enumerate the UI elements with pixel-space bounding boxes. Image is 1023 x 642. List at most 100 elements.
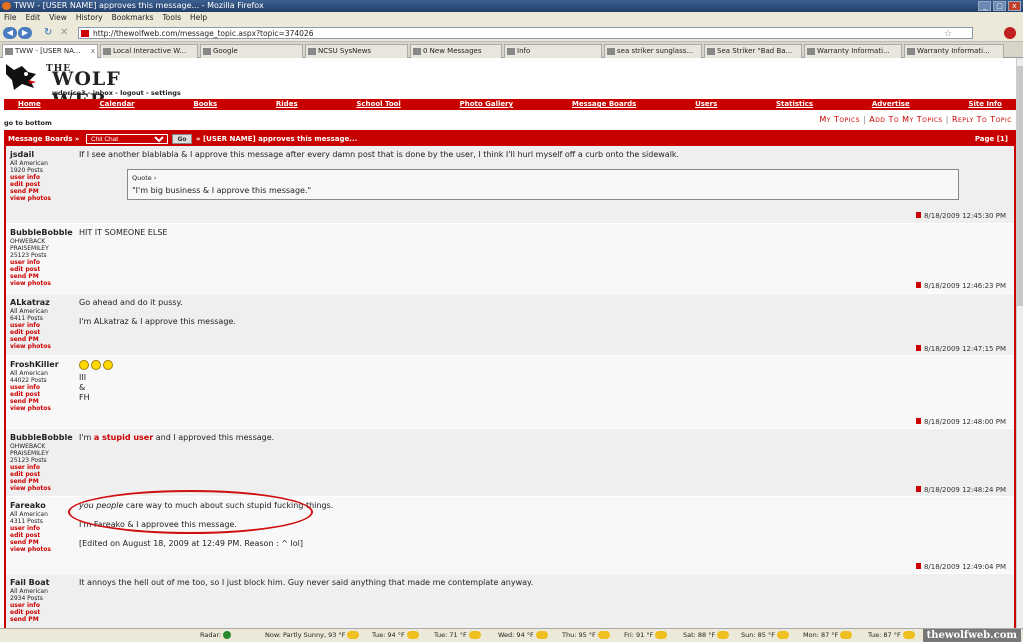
tab-warranty-2[interactable]: Warranty Informati... xyxy=(904,44,1004,58)
author-name[interactable]: FroshKiller xyxy=(10,360,76,370)
nav-home[interactable]: Home xyxy=(18,99,41,110)
nav-calendar[interactable]: Calendar xyxy=(99,99,134,110)
tab-ncsu-sysnews[interactable]: NCSU SysNews xyxy=(305,44,408,58)
edit-post-link[interactable]: edit post xyxy=(10,609,76,616)
nav-statistics[interactable]: Statistics xyxy=(776,99,813,110)
weather-day[interactable]: Sun: 85 °F xyxy=(741,629,789,642)
user-info-link[interactable]: user info xyxy=(10,384,76,391)
weather-day[interactable]: Tue: 71 °F xyxy=(434,629,481,642)
radar-icon[interactable] xyxy=(223,631,232,639)
tab-warranty-1[interactable]: Warranty Informati... xyxy=(804,44,902,58)
weather-icon xyxy=(840,631,853,639)
send-pm-link[interactable]: send PM xyxy=(10,539,76,546)
user-info-link[interactable]: user info xyxy=(10,464,76,471)
author-name[interactable]: ALkatraz xyxy=(10,298,76,308)
reload-icon[interactable]: ↻ xyxy=(44,27,52,38)
send-pm-link[interactable]: send PM xyxy=(10,616,76,623)
edit-post-link[interactable]: edit post xyxy=(10,391,76,398)
weather-day[interactable]: Tue: 87 °F xyxy=(868,629,915,642)
bookmark-star-icon[interactable]: ☆ xyxy=(944,29,952,40)
weather-day[interactable]: Tue: 94 °F xyxy=(372,629,419,642)
close-button[interactable]: x xyxy=(1008,1,1021,11)
vertical-scrollbar[interactable] xyxy=(1016,58,1023,628)
author-name[interactable]: BubbleBobble xyxy=(10,433,76,443)
user-links[interactable]: wdprice3 - inbox - logout - settings xyxy=(52,89,181,97)
nav-message-boards[interactable]: Message Boards xyxy=(572,99,636,110)
search-engine-icon[interactable] xyxy=(1004,27,1016,39)
tab-close-icon[interactable]: x xyxy=(91,45,95,58)
forward-icon[interactable]: ▶ xyxy=(18,27,32,39)
menu-history[interactable]: History xyxy=(76,12,103,24)
edit-post-link[interactable]: edit post xyxy=(10,266,76,273)
user-info-link[interactable]: user info xyxy=(10,602,76,609)
nav-site-info[interactable]: Site Info xyxy=(968,99,1001,110)
tab-new-messages[interactable]: 0 New Messages xyxy=(410,44,502,58)
user-info-link[interactable]: user info xyxy=(10,525,76,532)
menu-bookmarks[interactable]: Bookmarks xyxy=(112,12,154,24)
weather-day[interactable]: Sat: 88 °F xyxy=(683,629,730,642)
tab-sea-striker-sunglass[interactable]: sea striker sunglass... xyxy=(604,44,702,58)
user-info-link[interactable]: user info xyxy=(10,259,76,266)
my-topics-link[interactable]: My Topics xyxy=(819,115,860,124)
edit-post-link[interactable]: edit post xyxy=(10,181,76,188)
send-pm-link[interactable]: send PM xyxy=(10,273,76,280)
menu-file[interactable]: File xyxy=(4,12,17,24)
post-line-3: FH xyxy=(79,393,90,402)
smiley-row xyxy=(79,360,1004,373)
nav-school-tool[interactable]: School Tool xyxy=(356,99,401,110)
weather-day[interactable]: Wed: 94 °F xyxy=(498,629,548,642)
weather-day[interactable]: Fri: 91 °F xyxy=(624,629,668,642)
post-author: BubbleBobble OHWEBACK PRAISEMILEY 25123 … xyxy=(10,228,76,287)
tab-google[interactable]: Google xyxy=(200,44,303,58)
weather-now[interactable]: Now: Partly Sunny, 93 °F xyxy=(265,629,360,642)
edit-post-link[interactable]: edit post xyxy=(10,329,76,336)
maximize-button[interactable]: □ xyxy=(993,1,1006,11)
menu-edit[interactable]: Edit xyxy=(26,12,41,24)
url-bar[interactable]: http://thewolfweb.com/message_topic.aspx… xyxy=(78,27,973,39)
view-photos-link[interactable]: view photos xyxy=(10,343,76,350)
tab-local-interactive[interactable]: Local Interactive W... xyxy=(100,44,198,58)
menu-help[interactable]: Help xyxy=(190,12,207,24)
nav-users[interactable]: Users xyxy=(695,99,717,110)
user-info-link[interactable]: user info xyxy=(10,174,76,181)
weather-day[interactable]: Thu: 95 °F xyxy=(562,629,610,642)
back-icon[interactable]: ◀ xyxy=(3,27,17,39)
stop-icon[interactable]: ✕ xyxy=(60,27,68,38)
send-pm-link[interactable]: send PM xyxy=(10,398,76,405)
author-name[interactable]: Fareako xyxy=(10,501,76,511)
nav-photo-gallery[interactable]: Photo Gallery xyxy=(460,99,514,110)
view-photos-link[interactable]: view photos xyxy=(10,546,76,553)
nav-advertise[interactable]: Advertise xyxy=(872,99,910,110)
breadcrumb-message-boards[interactable]: Message Boards » xyxy=(8,135,79,143)
tab-info[interactable]: Info xyxy=(504,44,602,58)
tab-sea-striker-bad[interactable]: Sea Striker "Bad Ba... xyxy=(704,44,802,58)
menu-tools[interactable]: Tools xyxy=(163,12,181,24)
scrollbar-thumb[interactable] xyxy=(1017,66,1023,306)
user-info-link[interactable]: user info xyxy=(10,322,76,329)
menu-view[interactable]: View xyxy=(49,12,67,24)
view-photos-link[interactable]: view photos xyxy=(10,280,76,287)
go-to-bottom-link[interactable]: go to bottom xyxy=(4,119,52,127)
view-photos-link[interactable]: view photos xyxy=(10,405,76,412)
board-select[interactable]: Chit Chat xyxy=(86,134,168,144)
tab-tww[interactable]: TWW - [USER NA... x xyxy=(2,44,98,58)
view-photos-link[interactable]: view photos xyxy=(10,195,76,202)
author-name[interactable]: BubbleBobble xyxy=(10,228,76,238)
weather-day[interactable]: Mon: 87 °F xyxy=(803,629,853,642)
post-author: FroshKiller All American 44022 Posts use… xyxy=(10,360,76,412)
page-indicator[interactable]: Page [1] xyxy=(975,132,1008,146)
send-pm-link[interactable]: send PM xyxy=(10,478,76,485)
view-photos-link[interactable]: view photos xyxy=(10,485,76,492)
author-name[interactable]: jsdail xyxy=(10,150,76,160)
go-button[interactable]: Go xyxy=(172,134,192,144)
reply-to-topic-link[interactable]: Reply To Topic xyxy=(952,115,1012,124)
send-pm-link[interactable]: send PM xyxy=(10,188,76,195)
send-pm-link[interactable]: send PM xyxy=(10,336,76,343)
nav-rides[interactable]: Rides xyxy=(276,99,298,110)
edit-post-link[interactable]: edit post xyxy=(10,471,76,478)
add-to-my-topics-link[interactable]: Add To My Topics xyxy=(869,115,943,124)
author-name[interactable]: Fail Boat xyxy=(10,578,76,588)
minimize-button[interactable]: _ xyxy=(978,1,991,11)
nav-books[interactable]: Books xyxy=(193,99,217,110)
edit-post-link[interactable]: edit post xyxy=(10,532,76,539)
